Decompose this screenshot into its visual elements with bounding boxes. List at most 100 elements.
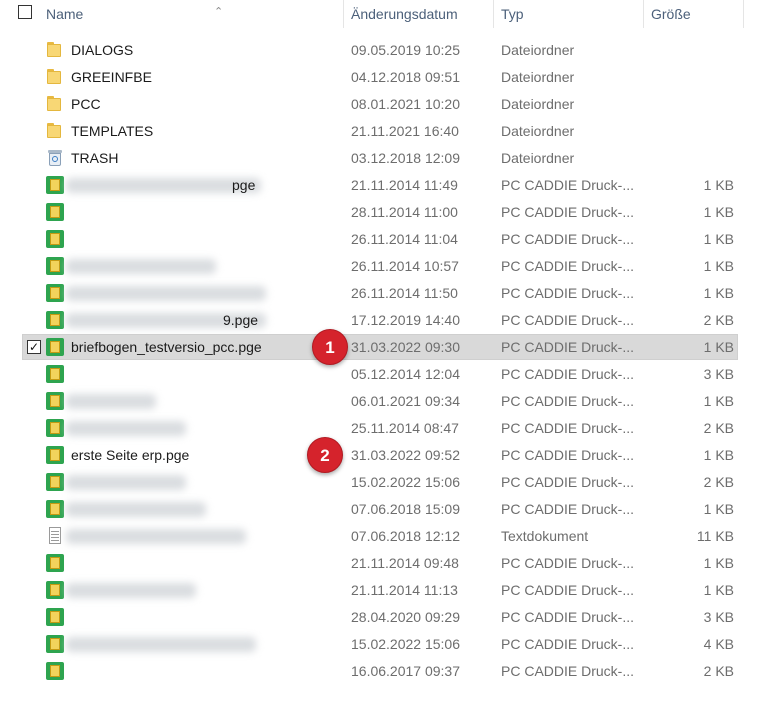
file-type: Dateiordner [501,69,575,85]
column-header-size[interactable]: Größe [645,0,743,28]
file-type: PC CADDIE Druck-... [501,582,635,598]
file-row[interactable]: TRASH 03.12.2018 12:09 Dateiordner [0,145,774,172]
file-size: 11 KB [696,528,734,544]
file-row[interactable]: 07.06.2018 15:09 PC CADDIE Druck-... 1 KB [0,496,774,523]
file-date: 04.12.2018 09:51 [351,69,460,85]
file-row[interactable]: GREEINFBE 04.12.2018 09:51 Dateiordner [0,64,774,91]
file-row[interactable]: TEMPLATES 21.11.2021 16:40 Dateiordner [0,118,774,145]
file-row[interactable]: 15.02.2022 15:06 PC CADDIE Druck-... 2 KB [0,469,774,496]
file-name: pge [232,177,256,193]
file-size: 1 KB [703,582,734,598]
file-date: 06.01.2021 09:34 [351,393,460,409]
file-size: 1 KB [703,393,734,409]
file-row[interactable]: 05.12.2014 12:04 PC CADDIE Druck-... 3 KB [0,361,774,388]
column-header-name[interactable]: Name ⌃ [40,0,342,28]
pcc-document-icon [46,392,64,410]
file-date: 08.01.2021 10:20 [351,96,460,112]
redacted-filename [66,286,266,301]
file-type: Textdokument [501,528,589,544]
file-name: GREEINFBE [71,69,152,85]
file-date: 21.11.2014 11:49 [351,177,458,193]
file-row[interactable]: 25.11.2014 08:47 PC CADDIE Druck-... 2 KB [0,415,774,442]
pcc-document-icon [46,608,64,626]
file-date: 15.02.2022 15:06 [351,636,460,652]
file-row[interactable]: 26.11.2014 11:04 PC CADDIE Druck-... 1 KB [0,226,774,253]
redacted-filename [66,583,196,598]
file-date: 31.03.2022 09:30 [351,339,460,355]
file-date: 05.12.2014 12:04 [351,366,460,382]
file-row[interactable]: 26.11.2014 11:50 PC CADDIE Druck-... 1 KB [0,280,774,307]
file-row[interactable]: 28.11.2014 11:00 PC CADDIE Druck-... 1 KB [0,199,774,226]
column-divider[interactable] [743,0,744,28]
pcc-document-icon [46,446,64,464]
redacted-filename [66,421,186,436]
column-divider[interactable] [343,0,344,28]
column-header-date-label: Änderungsdatum [351,6,458,22]
file-type: PC CADDIE Druck-... [501,420,635,436]
file-row[interactable]: PCC 08.01.2021 10:20 Dateiordner [0,91,774,118]
file-date: 31.03.2022 09:52 [351,447,460,463]
column-header-date[interactable]: Änderungsdatum [345,0,493,28]
pcc-document-icon [46,230,64,248]
column-header-name-label: Name [46,6,84,22]
redacted-filename [66,502,206,517]
file-type: PC CADDIE Druck-... [501,474,635,490]
file-date: 28.04.2020 09:29 [351,609,460,625]
file-date: 07.06.2018 15:09 [351,501,460,517]
file-size: 1 KB [703,555,734,571]
folder-icon [46,68,64,86]
file-size: 1 KB [703,177,734,193]
redacted-filename [66,394,156,409]
pcc-document-icon [46,257,64,275]
file-row[interactable]: ✓ briefbogen_testversio_pcc.pge 31.03.2022… [0,329,774,365]
file-size: 1 KB [703,258,734,274]
file-type: PC CADDIE Druck-... [501,177,635,193]
file-date: 25.11.2014 08:47 [351,420,459,436]
column-divider[interactable] [493,0,494,28]
file-type: PC CADDIE Druck-... [501,636,635,652]
column-divider[interactable] [643,0,644,28]
file-size: 3 KB [703,609,734,625]
file-date: 26.11.2014 11:04 [351,231,458,247]
step-number-badge: 1 [312,329,348,365]
file-type: PC CADDIE Druck-... [501,393,635,409]
select-all-checkbox[interactable] [18,5,32,19]
text-document-icon [46,527,64,545]
pcc-document-icon [46,635,64,653]
pcc-document-icon [46,500,64,518]
file-row[interactable]: 21.11.2014 11:13 PC CADDIE Druck-... 1 KB [0,577,774,604]
file-date: 15.02.2022 15:06 [351,474,460,490]
file-size: 1 KB [703,501,734,517]
row-checkbox[interactable]: ✓ [27,340,41,354]
file-type: PC CADDIE Druck-... [501,501,635,517]
file-name: DIALOGS [71,42,134,58]
file-type: Dateiordner [501,42,575,58]
file-size: 2 KB [703,312,734,328]
file-row[interactable]: pge 21.11.2014 11:49 PC CADDIE Druck-... 1 … [0,172,774,199]
file-row[interactable]: 15.02.2022 15:06 PC CADDIE Druck-... 4 KB [0,631,774,658]
column-header-type-label: Typ [501,6,524,22]
file-date: 28.11.2014 11:00 [351,204,458,220]
file-date: 21.11.2021 16:40 [351,123,459,139]
pcc-document-icon [46,311,64,329]
pcc-document-icon [46,176,64,194]
file-name: erste Seite erp.pge [71,447,190,463]
file-row[interactable]: DIALOGS 09.05.2019 10:25 Dateiordner [0,37,774,64]
pcc-document-icon [46,338,64,356]
file-row[interactable]: erste Seite erp.pge 31.03.2022 09:52 PC CA… [0,437,774,473]
file-row[interactable]: 06.01.2021 09:34 PC CADDIE Druck-... 1 KB [0,388,774,415]
file-date: 26.11.2014 10:57 [351,258,459,274]
file-date: 26.11.2014 11:50 [351,285,458,301]
file-row[interactable]: 21.11.2014 09:48 PC CADDIE Druck-... 1 KB [0,550,774,577]
file-row[interactable]: 9.pge 17.12.2019 14:40 PC CADDIE Druck-...… [0,307,774,334]
file-type: PC CADDIE Druck-... [501,609,635,625]
file-name: TEMPLATES [71,123,154,139]
sort-caret-icon: ⌃ [214,6,224,18]
file-row[interactable]: 28.04.2020 09:29 PC CADDIE Druck-... 3 KB [0,604,774,631]
file-date: 09.05.2019 10:25 [351,42,460,58]
column-header-type[interactable]: Typ [495,0,643,28]
folder-icon [46,122,64,140]
file-row[interactable]: 26.11.2014 10:57 PC CADDIE Druck-... 1 KB [0,253,774,280]
file-row[interactable]: 07.06.2018 12:12 Textdokument 11 KB [0,523,774,550]
file-row[interactable]: 16.06.2017 09:37 PC CADDIE Druck-... 2 KB [0,658,774,685]
